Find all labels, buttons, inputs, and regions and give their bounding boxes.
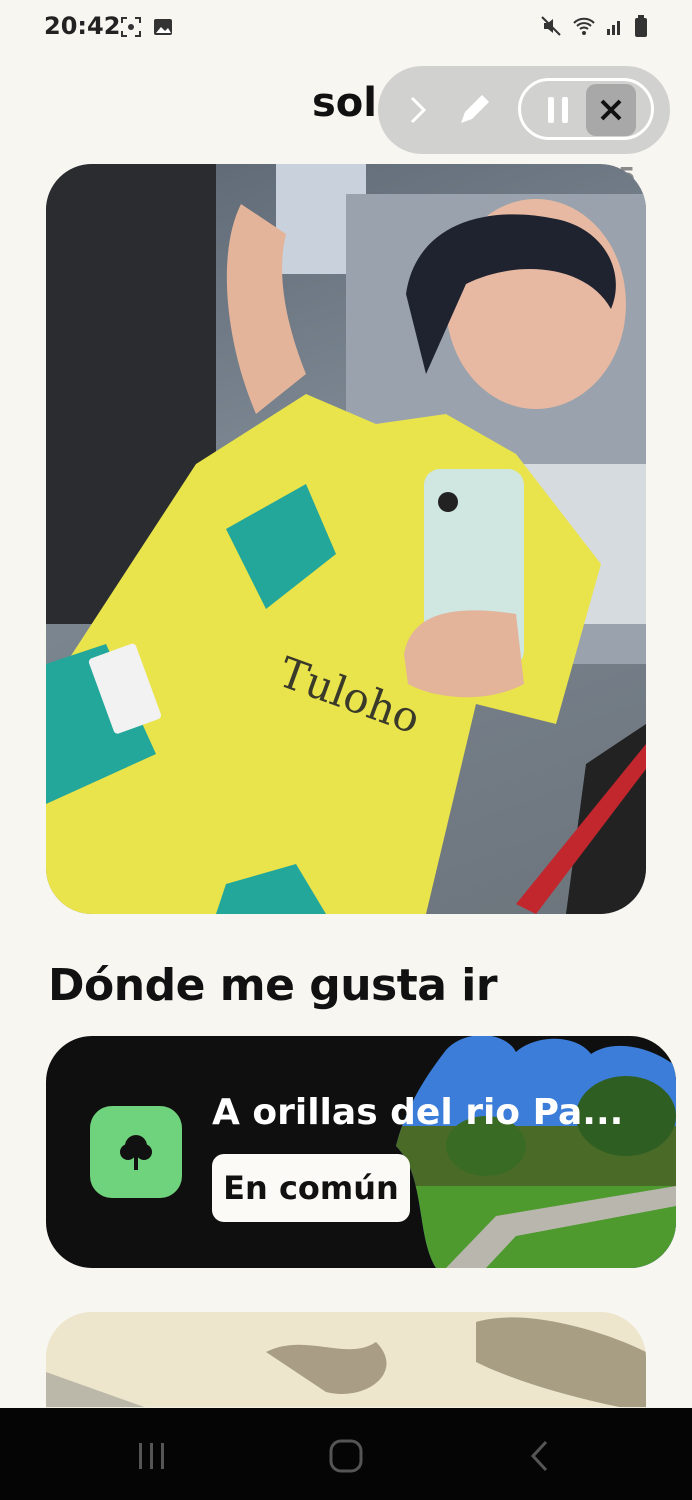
screen-recorder-toolbar (378, 66, 670, 154)
screenshot-icon (121, 17, 141, 37)
battery-icon (635, 15, 647, 37)
gallery-icon (154, 19, 172, 35)
signal-icon (607, 21, 620, 35)
system-navigation-bar (0, 1408, 692, 1500)
page-title: sol (312, 80, 377, 126)
common-badge: En común (212, 1154, 410, 1222)
home-icon[interactable] (316, 1432, 376, 1480)
pause-icon[interactable] (528, 80, 588, 140)
wifi-icon (573, 17, 595, 35)
photo-illustration: Tuloho (46, 164, 646, 914)
profile-photo[interactable]: Tuloho (46, 164, 646, 914)
place-card[interactable]: A orillas del rio Pa... En común (46, 1036, 676, 1268)
close-icon[interactable] (586, 84, 636, 136)
place-name: A orillas del rio Pa... (212, 1092, 624, 1133)
status-time: 20:42 (44, 12, 121, 40)
pencil-icon[interactable] (444, 80, 504, 140)
tree-icon (90, 1106, 182, 1198)
section-title: Dónde me gusta ir (48, 960, 498, 1011)
chevron-right-icon[interactable] (388, 80, 448, 140)
recents-icon[interactable] (122, 1432, 182, 1480)
status-bar: 20:42 (0, 0, 692, 54)
back-icon[interactable] (510, 1432, 570, 1480)
mute-icon (541, 16, 561, 36)
